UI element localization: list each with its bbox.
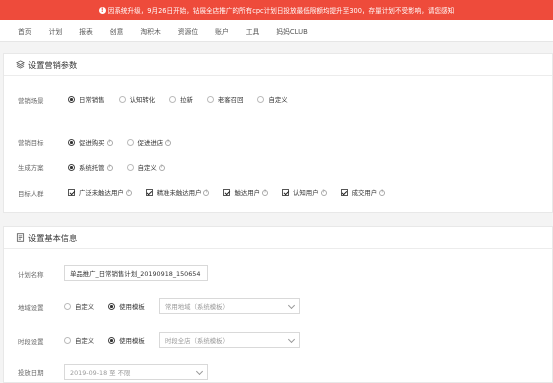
chevron-down-icon: [287, 335, 296, 344]
region-label: 地域设置: [18, 304, 44, 312]
scene-option[interactable]: 拉新: [169, 95, 193, 104]
document-icon: [16, 233, 25, 242]
radio-checked-icon: [108, 337, 116, 344]
nav-item-creative[interactable]: 创意: [110, 26, 124, 36]
goal-option[interactable]: 促进购买?: [68, 138, 113, 147]
help-icon[interactable]: ?: [125, 189, 132, 196]
scene-option[interactable]: 认知转化: [118, 95, 155, 104]
goal-options: 促进购买? 促进进店?: [68, 138, 185, 147]
section-header: 设置营销参数: [4, 54, 552, 76]
chevron-down-icon: [287, 301, 296, 310]
radio-icon: [64, 303, 71, 310]
audience-option[interactable]: 广泛未触达用户?: [68, 188, 132, 197]
audience-label: 目标人群: [18, 190, 44, 198]
region-option[interactable]: 使用模板: [108, 302, 145, 311]
section-title: 设置营销参数: [28, 59, 78, 70]
audience-option[interactable]: 认知用户?: [282, 188, 327, 197]
audience-option[interactable]: 触达用户?: [223, 188, 269, 197]
plan-name-label: 计划名称: [18, 271, 44, 279]
plan-name-input[interactable]: 单品推广_日常销售计划_20190918_150654: [64, 265, 208, 281]
help-icon[interactable]: ?: [320, 189, 327, 196]
help-icon[interactable]: ?: [262, 189, 269, 196]
nav-item-account[interactable]: 账户: [215, 26, 229, 36]
help-icon[interactable]: ?: [106, 164, 113, 171]
notice-banner: ! 因系统升级，9月26日开始，钻展全店推广的所有cpc计划日投放最低限额均提升…: [0, 0, 553, 20]
help-icon[interactable]: ?: [379, 189, 386, 196]
date-label: 投放日期: [18, 369, 44, 377]
checkbox-checked-icon: [68, 189, 75, 196]
radio-icon: [118, 96, 126, 103]
plan-label: 生成方案: [18, 164, 44, 172]
audience-option[interactable]: 成交用户?: [340, 188, 386, 197]
top-nav: 首页 计划 报表 创意 淘积木 资源位 账户 工具 妈妈CLUB: [0, 20, 553, 42]
time-template-select[interactable]: 时段全店（系统模板）: [159, 332, 300, 348]
nav-item-home[interactable]: 首页: [18, 26, 32, 36]
radio-checked-icon: [108, 303, 116, 310]
time-option[interactable]: 使用模板: [108, 336, 145, 345]
region-template-select[interactable]: 常用地域（系统模板）: [159, 298, 300, 314]
audience-options: 广泛未触达用户? 精准未触达用户? 触达用户? 认知用户? 成交用户?: [68, 188, 399, 197]
marketing-params-panel: 设置营销参数 营销场景 日常销售 认知转化 拉新 老客召回 自定义 营销目标 促…: [3, 53, 553, 213]
checkbox-checked-icon: [340, 189, 348, 196]
plan-options: 系统托管? 自定义?: [68, 163, 179, 172]
radio-checked-icon: [68, 96, 75, 103]
help-icon[interactable]: ?: [203, 189, 210, 196]
section-header: 设置基本信息: [4, 227, 552, 249]
chevron-down-icon: [195, 367, 204, 376]
nav-item-tools[interactable]: 工具: [246, 26, 260, 36]
checkbox-checked-icon: [282, 189, 290, 196]
nav-item-taojimu[interactable]: 淘积木: [140, 26, 160, 36]
scene-option[interactable]: 老客召回: [206, 95, 243, 104]
radio-icon: [206, 96, 214, 103]
goal-label: 营销目标: [18, 139, 44, 147]
plan-option[interactable]: 自定义?: [126, 163, 165, 172]
info-icon: !: [98, 6, 106, 14]
time-options: 自定义 使用模板: [64, 336, 159, 345]
audience-option[interactable]: 精准未触达用户?: [145, 188, 210, 197]
radio-icon: [126, 164, 134, 171]
scene-label: 营销场景: [18, 97, 44, 105]
time-option[interactable]: 自定义: [64, 336, 94, 345]
notice-text: 因系统升级，9月26日开始，钻展全店推广的所有cpc计划日投放最低限额均提升至3…: [107, 7, 455, 15]
help-icon[interactable]: ?: [106, 139, 113, 146]
radio-icon: [126, 139, 134, 146]
scene-option[interactable]: 日常销售: [68, 95, 105, 104]
radio-icon: [169, 96, 177, 103]
nav-item-report[interactable]: 报表: [79, 26, 93, 36]
radio-checked-icon: [68, 164, 75, 171]
layers-icon: [16, 60, 25, 69]
basic-info-panel: 设置基本信息 计划名称 单品推广_日常销售计划_20190918_150654 …: [3, 226, 553, 383]
radio-icon: [64, 337, 71, 344]
section-title: 设置基本信息: [28, 232, 78, 243]
radio-checked-icon: [68, 139, 75, 146]
help-icon[interactable]: ?: [165, 139, 172, 146]
nav-item-club[interactable]: 妈妈CLUB: [276, 26, 307, 36]
region-options: 自定义 使用模板: [64, 302, 159, 311]
radio-icon: [257, 96, 265, 103]
help-icon[interactable]: ?: [158, 164, 165, 171]
region-option[interactable]: 自定义: [64, 302, 94, 311]
time-label: 时段设置: [18, 338, 44, 346]
scene-options: 日常销售 认知转化 拉新 老客召回 自定义: [68, 95, 302, 104]
plan-option[interactable]: 系统托管?: [68, 163, 113, 172]
date-range-select[interactable]: 2019-09-18 至 不限: [64, 364, 208, 380]
goal-option[interactable]: 促进进店?: [126, 138, 172, 147]
nav-item-plan[interactable]: 计划: [49, 26, 63, 36]
checkbox-checked-icon: [223, 189, 231, 196]
checkbox-checked-icon: [145, 189, 153, 196]
nav-item-resource[interactable]: 资源位: [178, 26, 198, 36]
scene-option[interactable]: 自定义: [257, 95, 288, 104]
